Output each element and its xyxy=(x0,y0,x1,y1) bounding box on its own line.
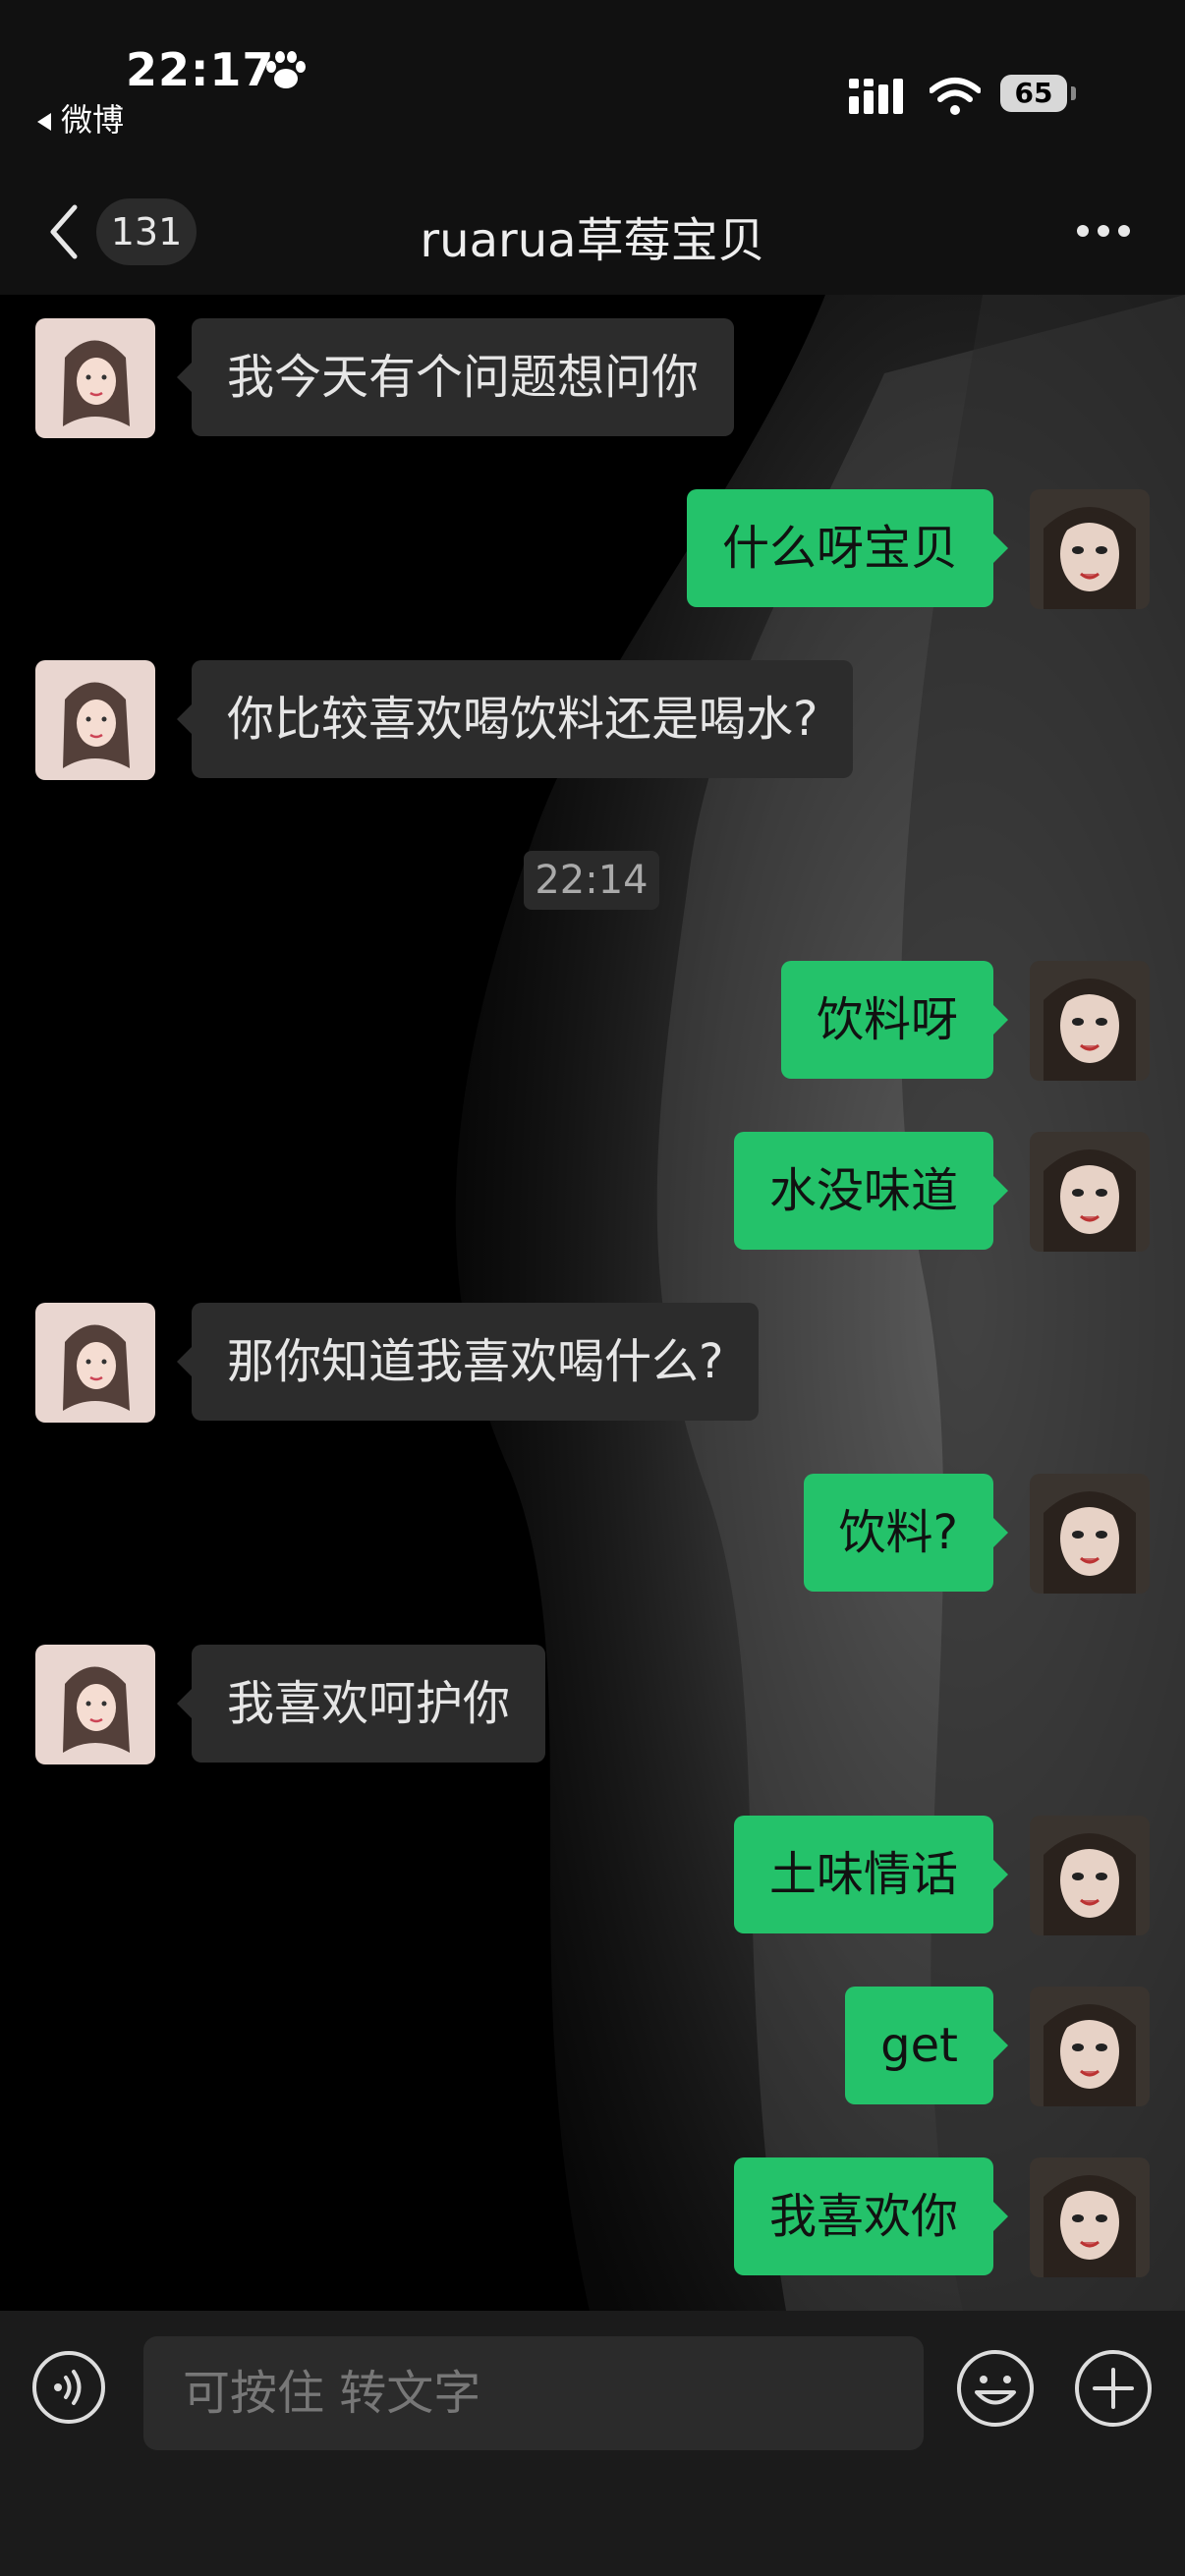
battery-tip xyxy=(1071,86,1076,100)
paw-icon xyxy=(266,51,306,88)
message-bubble-incoming[interactable]: 我喜欢呵护你 xyxy=(176,1645,546,1763)
status-bar: 22:17 微博 65 xyxy=(0,0,1185,172)
message-bubble-outgoing[interactable]: 什么呀宝贝 xyxy=(686,489,1009,607)
plus-icon[interactable] xyxy=(1073,2348,1154,2429)
chat-header: 131 ruarua草莓宝贝 xyxy=(0,172,1185,295)
more-icon[interactable] xyxy=(1075,223,1132,239)
message-bubble-outgoing[interactable]: 饮料? xyxy=(803,1474,1009,1592)
wifi-icon xyxy=(930,78,981,115)
message-bubble-incoming[interactable]: 你比较喜欢喝饮料还是喝水? xyxy=(176,660,854,778)
status-time: 22:17 xyxy=(126,43,275,96)
voice-icon[interactable] xyxy=(31,2350,106,2425)
battery-icon: 65 xyxy=(1000,75,1067,112)
message-bubble-outgoing[interactable]: 我喜欢你 xyxy=(733,2157,1009,2275)
contact-avatar[interactable] xyxy=(35,1645,155,1764)
my-avatar[interactable] xyxy=(1030,2157,1150,2277)
message-input-bar: 可按住 转文字 xyxy=(0,2311,1185,2576)
contact-avatar[interactable] xyxy=(35,660,155,780)
back-to-app-link[interactable]: 微博 xyxy=(37,95,124,140)
message-timestamp: 22:14 xyxy=(524,851,659,910)
message-input[interactable]: 可按住 转文字 xyxy=(143,2336,924,2450)
contact-avatar[interactable] xyxy=(35,318,155,438)
my-avatar[interactable] xyxy=(1030,489,1150,609)
contact-avatar[interactable] xyxy=(35,1303,155,1423)
signal-icon xyxy=(849,79,903,114)
my-avatar[interactable] xyxy=(1030,1816,1150,1935)
message-bubble-incoming[interactable]: 那你知道我喜欢喝什么? xyxy=(176,1303,760,1421)
message-bubble-outgoing[interactable]: 饮料呀 xyxy=(780,961,1009,1079)
emoji-icon[interactable] xyxy=(955,2348,1036,2429)
message-bubble-incoming[interactable]: 我今天有个问题想问你 xyxy=(176,318,735,436)
back-triangle-icon xyxy=(37,113,51,131)
chat-messages-area[interactable]: 我今天有个问题想问你 什么呀宝贝 你比较喜欢喝饮料还是喝水? 22:14 饮料呀… xyxy=(0,295,1185,2311)
my-avatar[interactable] xyxy=(1030,1474,1150,1594)
message-bubble-outgoing[interactable]: 水没味道 xyxy=(733,1132,1009,1250)
my-avatar[interactable] xyxy=(1030,961,1150,1081)
message-bubble-outgoing[interactable]: 土味情话 xyxy=(733,1816,1009,1933)
my-avatar[interactable] xyxy=(1030,1132,1150,1252)
message-bubble-outgoing[interactable]: get xyxy=(845,1987,1008,2104)
back-app-label: 微博 xyxy=(61,101,125,139)
my-avatar[interactable] xyxy=(1030,1987,1150,2106)
chat-title: ruarua草莓宝贝 xyxy=(420,213,765,268)
